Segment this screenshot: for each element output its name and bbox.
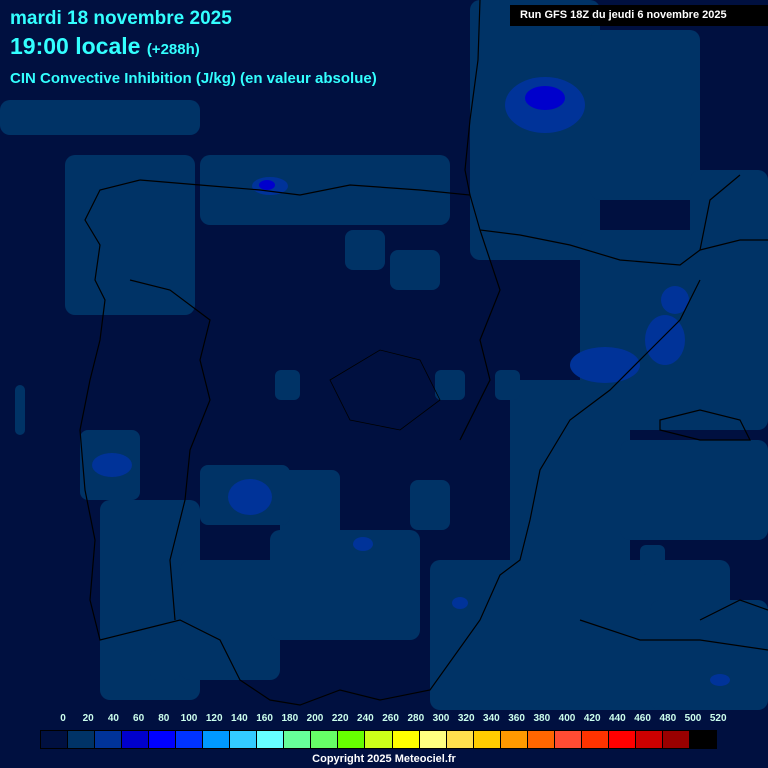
legend-label: 320 (457, 713, 475, 724)
legend-label: 0 (60, 713, 66, 724)
legend-swatch (94, 730, 123, 749)
legend-swatch (283, 730, 312, 749)
legend-label: 60 (133, 713, 145, 724)
weather-map-view: mardi 18 novembre 2025 19:00 locale (+28… (0, 0, 768, 768)
legend-label: 280 (407, 713, 425, 724)
legend-label: 80 (158, 713, 170, 724)
legend-label: 200 (306, 713, 324, 724)
legend-label: 240 (357, 713, 374, 724)
legend-label: 420 (583, 713, 601, 724)
legend-swatch (499, 730, 528, 749)
forecast-date: mardi 18 novembre 2025 (10, 8, 232, 29)
legend-label: 460 (634, 713, 651, 724)
legend-swatch (175, 730, 204, 749)
legend-swatch (688, 730, 717, 749)
legend-label: 400 (558, 713, 576, 724)
forecast-time: 19:00 locale (+288h) (10, 33, 200, 60)
copyright: Copyright 2025 Meteociel.fr (312, 753, 456, 765)
legend-swatch (526, 730, 555, 749)
legend-swatch (472, 730, 501, 749)
legend-label: 260 (382, 713, 399, 724)
run-info: Run GFS 18Z du jeudi 6 novembre 2025 (510, 5, 768, 26)
legend-swatch (40, 730, 69, 749)
legend-label: 120 (205, 713, 223, 724)
legend-label: 380 (533, 713, 551, 724)
legend-label: 500 (684, 713, 702, 724)
legend-swatch (607, 730, 636, 749)
legend-label: 480 (659, 713, 677, 724)
legend-swatch (391, 730, 420, 749)
legend-label: 440 (609, 713, 626, 724)
legend-label: 40 (107, 713, 119, 724)
legend-swatch (337, 730, 366, 749)
forecast-local-time: 19:00 locale (10, 33, 141, 59)
legend-swatch (229, 730, 258, 749)
legend-label: 340 (483, 713, 500, 724)
legend-swatch (202, 730, 231, 749)
legend-swatch (148, 730, 177, 749)
legend-swatch (580, 730, 609, 749)
legend-swatch (121, 730, 150, 749)
legend-swatch (553, 730, 582, 749)
legend-label: 520 (709, 713, 727, 724)
legend-swatch (256, 730, 285, 749)
cin-map (0, 0, 768, 710)
legend-swatch (310, 730, 339, 749)
legend-label: 180 (281, 713, 299, 724)
legend-label: 220 (331, 713, 349, 724)
legend-swatch (67, 730, 96, 749)
parameter-title: CIN Convective Inhibition (J/kg) (en val… (10, 70, 377, 87)
legend-swatch (445, 730, 474, 749)
legend-label: 160 (256, 713, 273, 724)
legend-swatch (661, 730, 690, 749)
legend-label: 360 (508, 713, 525, 724)
legend-swatch (364, 730, 393, 749)
legend-label: 100 (180, 713, 198, 724)
legend-label: 20 (82, 713, 94, 724)
legend-swatch (634, 730, 663, 749)
forecast-offset: (+288h) (146, 41, 200, 58)
legend-label: 140 (231, 713, 248, 724)
legend-swatch (418, 730, 447, 749)
legend-label: 300 (432, 713, 450, 724)
